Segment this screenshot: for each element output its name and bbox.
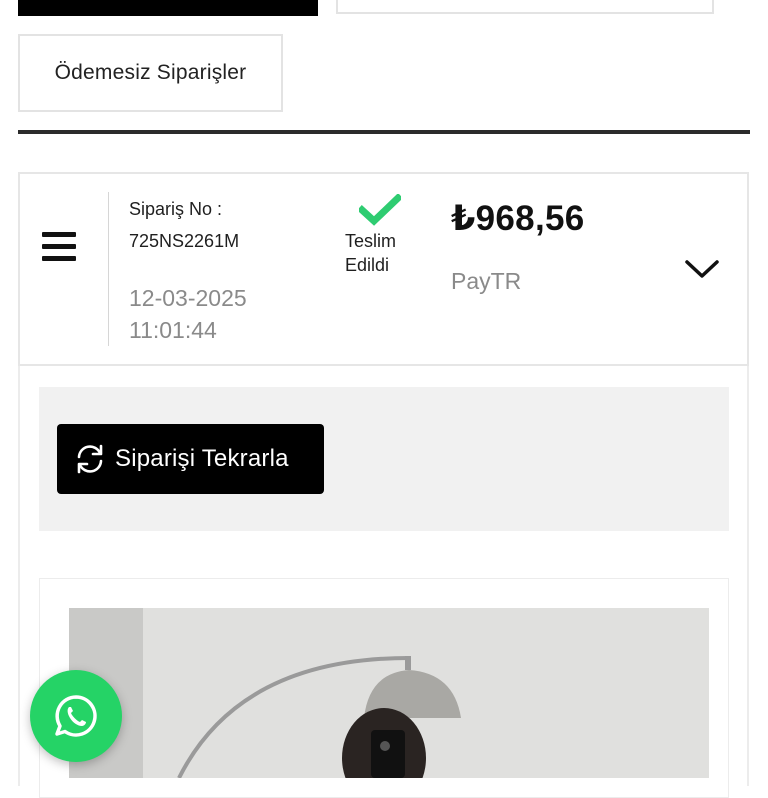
- order-number: 725NS2261M: [129, 231, 240, 251]
- active-tab[interactable]: [18, 0, 318, 16]
- reorder-button[interactable]: Siparişi Tekrarla: [57, 424, 324, 494]
- order-date: 12-03-2025: [129, 285, 247, 311]
- section-divider: [18, 130, 750, 134]
- product-image[interactable]: [69, 608, 709, 778]
- order-status-line1: Teslim: [345, 231, 397, 251]
- order-time: 11:01:44: [129, 317, 217, 343]
- unpaid-orders-tab-label: Ödemesiz Siparişler: [54, 61, 247, 84]
- order-number-label: Sipariş No :: [129, 199, 223, 219]
- reorder-button-label: Siparişi Tekrarla: [115, 445, 289, 472]
- whatsapp-chat-button[interactable]: [30, 670, 122, 762]
- chevron-down-icon[interactable]: [684, 256, 720, 282]
- whatsapp-icon: [55, 695, 97, 737]
- order-card-separator: [108, 192, 109, 346]
- refresh-icon: [77, 444, 103, 474]
- hamburger-menu-icon[interactable]: [42, 232, 78, 262]
- payment-method: PayTR: [451, 268, 522, 294]
- order-total-price: ₺968,56: [451, 199, 585, 238]
- checkmark-icon: [357, 193, 403, 226]
- unpaid-orders-tab[interactable]: Ödemesiz Siparişler: [18, 34, 283, 112]
- order-status-line2: Edildi: [345, 255, 390, 275]
- secondary-tab[interactable]: [336, 0, 714, 14]
